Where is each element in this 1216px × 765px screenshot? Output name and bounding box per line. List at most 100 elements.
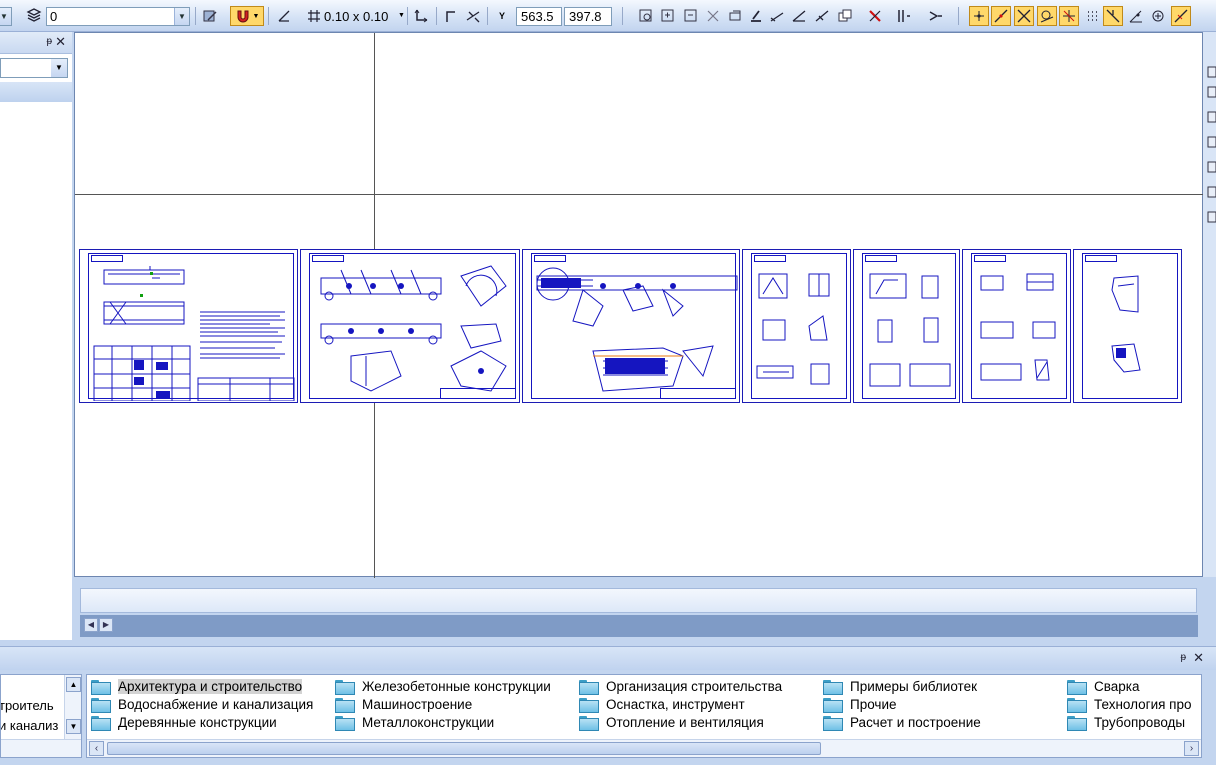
- chevron-down-icon[interactable]: ▼: [0, 8, 11, 25]
- layers-icon[interactable]: [24, 6, 44, 26]
- library-horizontal-scrollbar[interactable]: ‹ ›: [87, 739, 1201, 757]
- library-folder-item[interactable]: Прочие: [823, 695, 897, 713]
- cursor-x-field[interactable]: 563.5: [516, 7, 562, 26]
- folder-icon: [91, 697, 111, 713]
- local-coordinate-icon[interactable]: [411, 6, 431, 26]
- layer-select[interactable]: 0 ▼: [46, 7, 190, 26]
- snap-magnet-button[interactable]: ▼: [230, 6, 264, 26]
- bar-icon[interactable]: [894, 6, 914, 26]
- folder-label: Деревянные конструкции: [118, 714, 277, 730]
- drawing-sheet-6[interactable]: [962, 249, 1071, 403]
- message-bar: [80, 588, 1197, 613]
- folder-label: Примеры библиотек: [850, 678, 977, 694]
- snap-angle-icon[interactable]: [1126, 6, 1146, 26]
- tree-horizontal-scrollbar[interactable]: [1, 739, 81, 757]
- snap-nearest-button[interactable]: [1103, 6, 1123, 26]
- drawing-sheet-1[interactable]: [79, 249, 298, 403]
- copy-properties-icon[interactable]: [835, 6, 855, 26]
- folder-icon: [579, 697, 599, 713]
- library-folder-item[interactable]: Отопление и вентиляция: [579, 713, 764, 731]
- chevron-down-icon[interactable]: ▼: [398, 12, 405, 19]
- library-folder-item[interactable]: Машиностроение: [335, 695, 472, 713]
- zoom-window-icon[interactable]: [636, 6, 656, 26]
- drawing-sheet-7[interactable]: [1073, 249, 1182, 403]
- library-folder-item[interactable]: Деревянные конструкции: [91, 713, 277, 731]
- delete-icon[interactable]: [865, 6, 885, 26]
- scroll-left-icon[interactable]: ‹: [89, 741, 104, 756]
- view-combo[interactable]: ▼: [0, 7, 12, 26]
- library-folder-item[interactable]: Расчет и построение: [823, 713, 981, 731]
- tab-prev-icon[interactable]: ◀: [84, 618, 98, 632]
- snap-tangent-button[interactable]: [1037, 6, 1057, 26]
- library-folder-item[interactable]: Сварка: [1067, 677, 1140, 695]
- scroll-up-icon[interactable]: ▲: [66, 677, 81, 692]
- parametric-mode-icon[interactable]: [463, 6, 483, 26]
- snap-center-icon[interactable]: [1148, 6, 1168, 26]
- pin-icon[interactable]: ᵽ: [46, 36, 52, 47]
- layer-select-value: 0: [50, 9, 58, 24]
- cursor-y-field[interactable]: 397.8: [564, 7, 612, 26]
- zoom-out-icon[interactable]: [681, 6, 701, 26]
- library-folder-item[interactable]: Оснастка, инструмент: [579, 695, 745, 713]
- chevron-down-icon[interactable]: ▼: [51, 59, 67, 77]
- drawing-sheet-3[interactable]: [522, 249, 740, 403]
- folder-label: Металлоконструкции: [362, 714, 495, 730]
- snap-point-button[interactable]: [969, 6, 989, 26]
- pan-icon[interactable]: [725, 6, 745, 26]
- folder-icon: [91, 679, 111, 695]
- library-folder-item[interactable]: Технология про: [1067, 695, 1192, 713]
- grid-icon[interactable]: [304, 6, 324, 26]
- cursor-coords-icon: Y: [492, 6, 512, 26]
- drawing-sheet-5[interactable]: [853, 249, 960, 403]
- measure-distance-icon[interactable]: [767, 6, 787, 26]
- folder-label: Трубопроводы: [1094, 714, 1186, 730]
- close-icon[interactable]: ✕: [55, 34, 66, 50]
- snap-intersection-button[interactable]: [1014, 6, 1034, 26]
- measure-length-icon[interactable]: [812, 6, 832, 26]
- folder-icon: [823, 697, 843, 713]
- folder-label: Архитектура и строительство: [118, 678, 303, 694]
- scroll-right-icon[interactable]: ›: [1184, 741, 1199, 756]
- library-folder-item[interactable]: Металлоконструкции: [335, 713, 494, 731]
- left-panel-select[interactable]: ▼: [0, 58, 68, 78]
- round-mode-icon[interactable]: [441, 6, 461, 26]
- chevron-down-icon[interactable]: ▼: [174, 8, 189, 25]
- tree-item[interactable]: троитель: [1, 698, 54, 713]
- snap-midpoint-button[interactable]: [1171, 6, 1191, 26]
- folder-label: Водоснабжение и канализация: [118, 696, 314, 712]
- sheet-tab-strip: ◀ ▶: [80, 615, 1198, 637]
- snap-endpoint-button[interactable]: [991, 6, 1011, 26]
- library-folder-item[interactable]: Трубопроводы: [1067, 713, 1185, 731]
- drawing-sheet-4[interactable]: [742, 249, 851, 403]
- snap-normal-button[interactable]: [1059, 6, 1079, 26]
- drawing-sheet-2[interactable]: [300, 249, 520, 403]
- library-folder-item[interactable]: Архитектура и строительство: [91, 677, 303, 695]
- folder-label: Организация строительства: [606, 678, 783, 694]
- zoom-fit-icon[interactable]: [703, 6, 723, 26]
- folder-icon: [1067, 697, 1087, 713]
- redraw-icon[interactable]: [746, 6, 766, 26]
- library-folder-item[interactable]: Железобетонные конструкции: [335, 677, 551, 695]
- scroll-thumb[interactable]: [107, 742, 821, 755]
- snap-grid-icon[interactable]: [1082, 6, 1102, 26]
- zoom-in-icon[interactable]: [658, 6, 678, 26]
- folder-icon: [579, 715, 599, 731]
- close-icon[interactable]: ✕: [1193, 650, 1204, 666]
- tree-vertical-scrollbar[interactable]: ▲ ▼: [64, 675, 81, 739]
- scroll-down-icon[interactable]: ▼: [66, 719, 81, 734]
- library-folder-item[interactable]: Организация строительства: [579, 677, 782, 695]
- folder-icon: [335, 697, 355, 713]
- measure-angle-icon[interactable]: [789, 6, 809, 26]
- tab-next-icon[interactable]: ▶: [99, 618, 113, 632]
- grid-step-value[interactable]: 0.10 x 0.10: [324, 9, 388, 24]
- layer-manager-icon[interactable]: [200, 6, 220, 26]
- folder-label: Железобетонные конструкции: [362, 678, 551, 694]
- library-folder-item[interactable]: Примеры библиотек: [823, 677, 977, 695]
- tree-item[interactable]: и канализ: [1, 718, 58, 733]
- orthogonal-mode-icon[interactable]: [274, 6, 294, 26]
- constraints-icon[interactable]: [926, 6, 946, 26]
- library-folder-item[interactable]: Водоснабжение и канализация: [91, 695, 313, 713]
- pin-icon[interactable]: ᵽ: [1180, 652, 1186, 663]
- drawing-canvas[interactable]: [74, 32, 1204, 578]
- cursor-y-value: 397.8: [569, 9, 602, 24]
